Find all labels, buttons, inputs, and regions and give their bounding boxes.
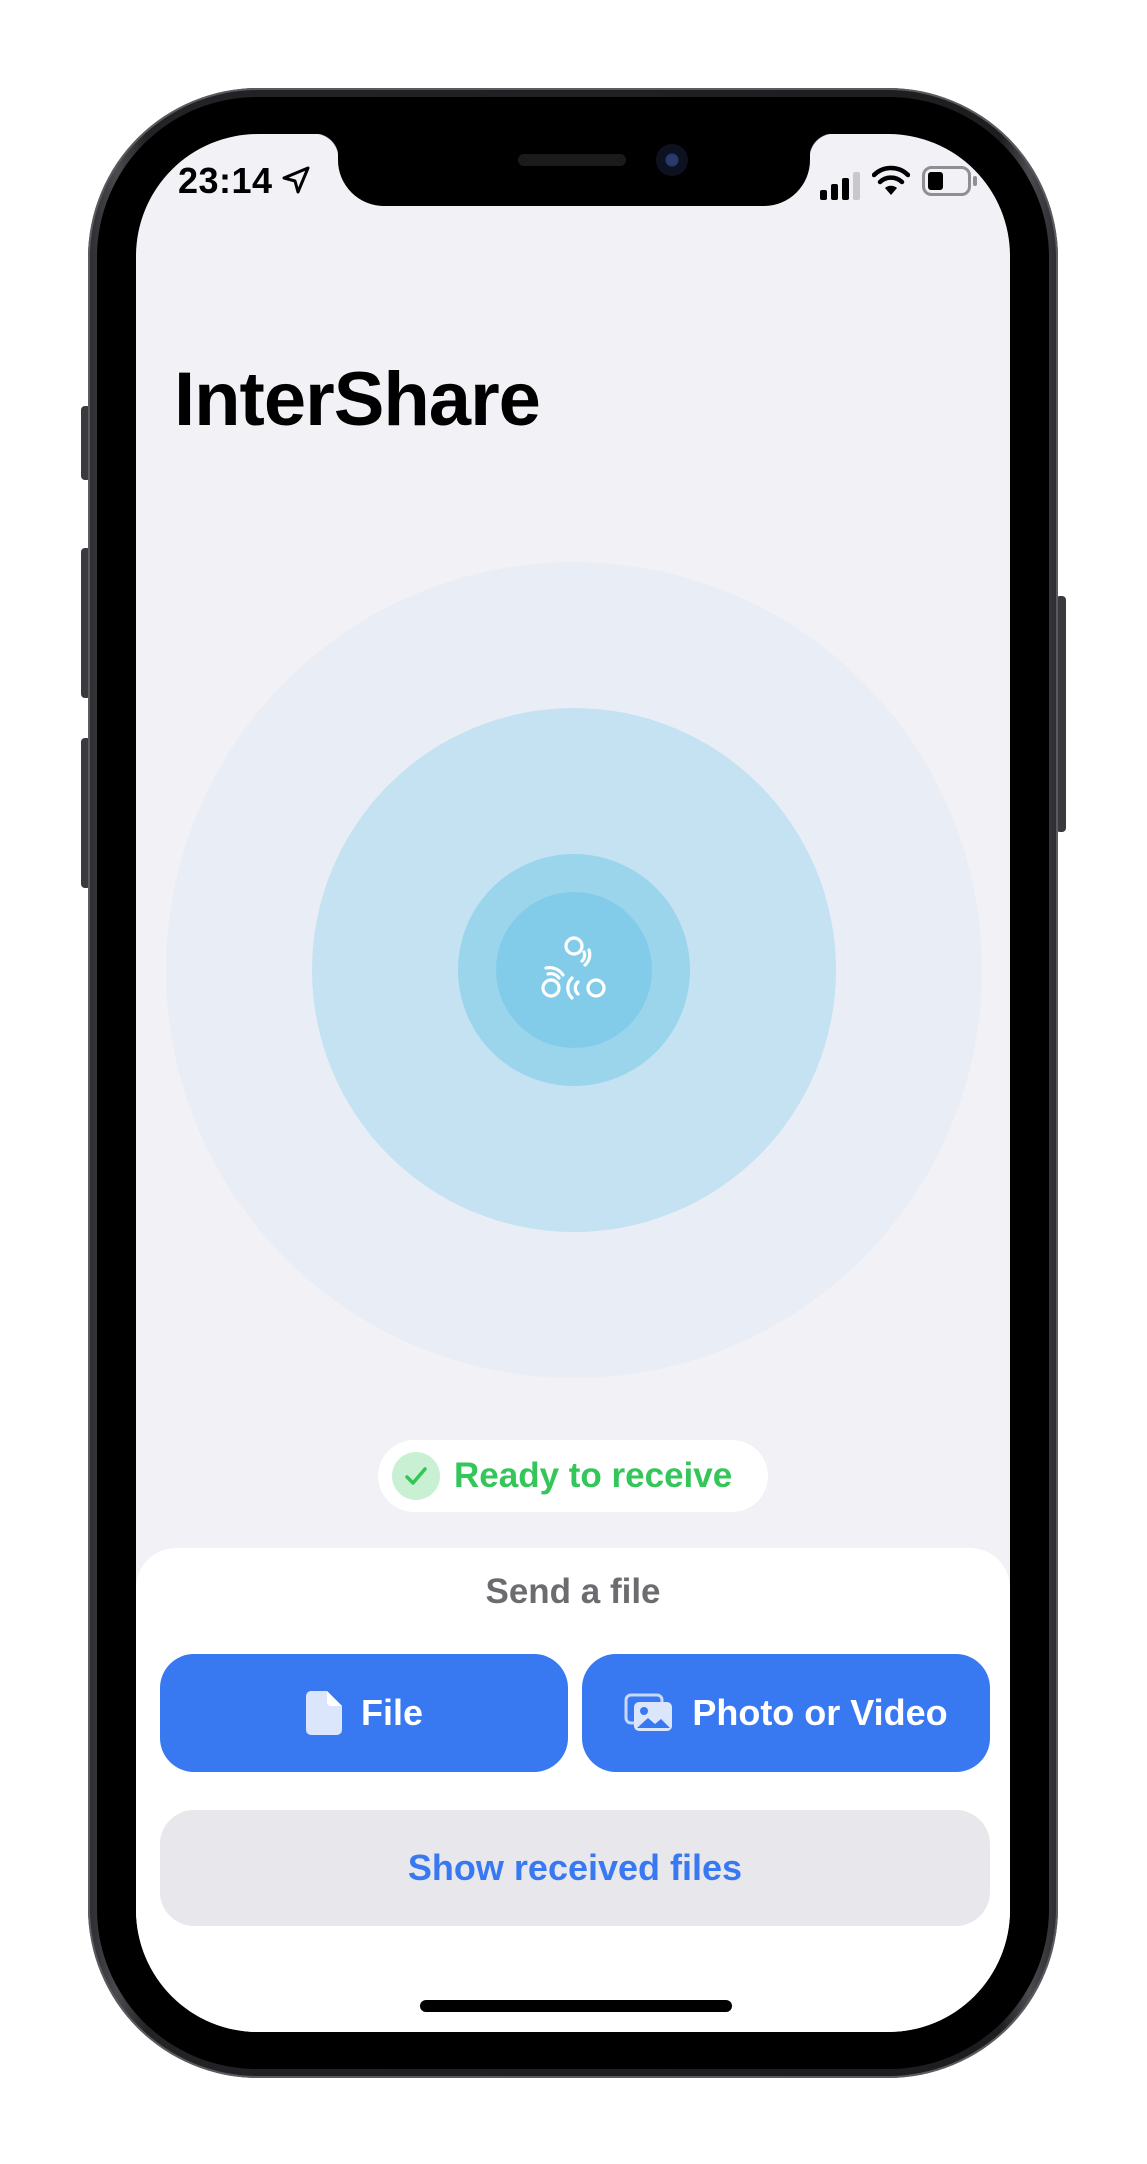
status-time: 23:14	[178, 160, 273, 201]
document-icon	[305, 1691, 342, 1735]
notch	[314, 134, 834, 206]
receive-status-text: Ready to receive	[454, 1456, 733, 1495]
photos-icon	[624, 1693, 673, 1731]
cellular-signal-icon	[820, 172, 860, 200]
show-received-files-button[interactable]: Show received files	[160, 1810, 990, 1926]
checkmark-icon	[392, 1452, 440, 1500]
phone-screen: 23:14 InterShare Ready to receive Send a…	[136, 134, 1010, 2032]
send-sheet: Send a file File Photo or Video Show rec…	[136, 1548, 1010, 2032]
show-received-files-label: Show received files	[407, 1847, 743, 1888]
speaker-grille	[518, 154, 626, 166]
receive-status-badge: Ready to receive	[378, 1440, 768, 1512]
send-photo-video-button[interactable]: Photo or Video	[582, 1654, 990, 1772]
home-indicator[interactable]	[420, 2000, 732, 2012]
location-arrow-icon	[282, 166, 310, 194]
battery-icon	[922, 166, 977, 196]
send-photo-video-label: Photo or Video	[692, 1692, 948, 1733]
front-camera	[656, 144, 688, 176]
wifi-icon	[872, 165, 910, 195]
send-file-button[interactable]: File	[160, 1654, 568, 1772]
send-file-label: File	[360, 1692, 423, 1733]
send-sheet-title: Send a file	[485, 1572, 661, 1611]
share-devices-icon	[541, 936, 606, 1000]
app-title: InterShare	[174, 357, 541, 442]
